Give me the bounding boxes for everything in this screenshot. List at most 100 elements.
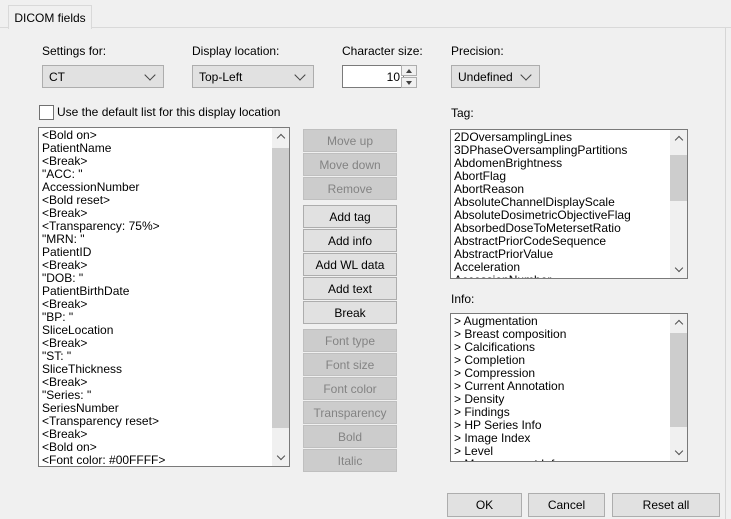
list-item[interactable]: PatientName	[39, 142, 272, 155]
list-item[interactable]: > Image Index	[451, 432, 670, 445]
list-item[interactable]: AbortReason	[451, 183, 670, 196]
default-list-checkbox-label[interactable]: Use the default list for this display lo…	[57, 105, 280, 119]
tag-list-scrollbar[interactable]	[670, 130, 687, 278]
add-info-button[interactable]: Add info	[303, 229, 397, 252]
list-item[interactable]: <Transparency reset>	[39, 415, 272, 428]
spin-down-button[interactable]	[401, 77, 417, 88]
list-item[interactable]: Acceleration	[451, 261, 670, 274]
character-size-value: 10	[387, 70, 400, 84]
scrollbar-thumb[interactable]	[670, 333, 687, 427]
list-item[interactable]: "Series: "	[39, 389, 272, 402]
move-up-button[interactable]: Move up	[303, 129, 397, 152]
list-item[interactable]: AbsoluteDosimetricObjectiveFlag	[451, 209, 670, 222]
remove-button[interactable]: Remove	[303, 177, 397, 200]
list-item[interactable]: AccessionNumber	[451, 274, 670, 278]
right-edge-divider	[725, 28, 726, 519]
scroll-up-button[interactable]	[670, 314, 687, 331]
add-tag-button[interactable]: Add tag	[303, 205, 397, 228]
chevron-down-icon	[276, 452, 284, 460]
list-item[interactable]: > Breast composition	[451, 328, 670, 341]
list-item[interactable]: PatientBirthDate	[39, 285, 272, 298]
scroll-up-button[interactable]	[670, 130, 687, 147]
scroll-down-button[interactable]	[670, 444, 687, 461]
scrollbar-thumb[interactable]	[272, 148, 289, 428]
list-item[interactable]: AbdomenBrightness	[451, 157, 670, 170]
list-item[interactable]: "DOB: "	[39, 272, 272, 285]
list-item[interactable]: <Break>	[39, 207, 272, 220]
list-item[interactable]: <Bold on>	[39, 129, 272, 142]
cancel-button[interactable]: Cancel	[528, 493, 605, 517]
add-text-button[interactable]: Add text	[303, 277, 397, 300]
tab-dicom-fields[interactable]: DICOM fields	[8, 5, 92, 29]
scroll-up-button[interactable]	[272, 128, 289, 145]
field-list-scrollbar[interactable]	[272, 128, 289, 466]
character-size-input[interactable]: 10	[342, 65, 404, 88]
list-item[interactable]: PatientID	[39, 246, 272, 259]
list-item[interactable]: <Break>	[39, 337, 272, 350]
list-item[interactable]: AccessionNumber	[39, 181, 272, 194]
list-item[interactable]: "ST: "	[39, 350, 272, 363]
bold-button[interactable]: Bold	[303, 425, 397, 448]
spin-up-button[interactable]	[401, 65, 417, 76]
list-item[interactable]: > Current Annotation	[451, 380, 670, 393]
settings-for-dropdown[interactable]: CT	[42, 65, 164, 88]
list-item[interactable]: <Transparency: 75%>	[39, 220, 272, 233]
list-item[interactable]: SeriesNumber	[39, 402, 272, 415]
dicom-fields-dialog: DICOM fields Settings for: CT Display lo…	[0, 0, 731, 519]
list-item[interactable]: 3DPhaseOversamplingPartitions	[451, 144, 670, 157]
chevron-down-icon	[674, 447, 682, 455]
list-item[interactable]: AbsorbedDoseToMetersetRatio	[451, 222, 670, 235]
add-wl-data-button[interactable]: Add WL data	[303, 253, 397, 276]
font-type-button[interactable]: Font type	[303, 329, 397, 352]
font-color-button[interactable]: Font color	[303, 377, 397, 400]
tag-listbox[interactable]: 2DOversamplingLines3DPhaseOversamplingPa…	[450, 129, 688, 279]
list-item[interactable]: > Compression	[451, 367, 670, 380]
precision-dropdown[interactable]: Undefined	[451, 65, 540, 88]
list-item[interactable]: > Augmentation	[451, 315, 670, 328]
info-listbox[interactable]: > Augmentation> Breast composition> Calc…	[450, 313, 688, 462]
list-item[interactable]: <Bold reset>	[39, 194, 272, 207]
list-item[interactable]: AbortFlag	[451, 170, 670, 183]
break-button[interactable]: Break	[303, 301, 397, 324]
list-item[interactable]: > Findings	[451, 406, 670, 419]
display-location-dropdown[interactable]: Top-Left	[192, 65, 314, 88]
dicom-field-listbox[interactable]: <Bold on>PatientName<Break>"ACC: "Access…	[38, 127, 290, 467]
default-list-checkbox[interactable]	[39, 105, 54, 120]
move-down-button[interactable]: Move down	[303, 153, 397, 176]
list-item[interactable]: > Level	[451, 445, 670, 458]
reset-all-button[interactable]: Reset all	[612, 493, 720, 517]
settings-for-value: CT	[43, 70, 146, 84]
list-item[interactable]: <Break>	[39, 428, 272, 441]
info-list-scrollbar[interactable]	[670, 314, 687, 461]
list-item[interactable]: AbstractPriorValue	[451, 248, 670, 261]
ok-button[interactable]: OK	[447, 493, 522, 517]
list-item[interactable]: "ACC: "	[39, 168, 272, 181]
chevron-down-icon	[520, 69, 531, 80]
scroll-down-button[interactable]	[670, 261, 687, 278]
list-item[interactable]: AbsoluteChannelDisplayScale	[451, 196, 670, 209]
transparency-button[interactable]: Transparency	[303, 401, 397, 424]
list-item[interactable]: > Calcifications	[451, 341, 670, 354]
list-item[interactable]: 2DOversamplingLines	[451, 131, 670, 144]
list-item[interactable]: <Break>	[39, 376, 272, 389]
italic-button[interactable]: Italic	[303, 449, 397, 472]
list-item[interactable]: SliceLocation	[39, 324, 272, 337]
list-item[interactable]: AbstractPriorCodeSequence	[451, 235, 670, 248]
list-item[interactable]: SliceThickness	[39, 363, 272, 376]
scroll-down-button[interactable]	[272, 449, 289, 466]
list-item[interactable]: "BP: "	[39, 311, 272, 324]
info-label: Info:	[451, 292, 474, 306]
list-item[interactable]: > Density	[451, 393, 670, 406]
list-item[interactable]: "MRN: "	[39, 233, 272, 246]
list-item[interactable]: <Break>	[39, 298, 272, 311]
list-item[interactable]: <Break>	[39, 155, 272, 168]
list-item[interactable]: <Break>	[39, 259, 272, 272]
font-size-button[interactable]: Font size	[303, 353, 397, 376]
list-item[interactable]: > Measurement Info	[451, 458, 670, 461]
list-item[interactable]: > Completion	[451, 354, 670, 367]
character-size-stepper	[401, 65, 417, 88]
list-item[interactable]: <Font color: #00FFFF>	[39, 454, 272, 466]
scrollbar-thumb[interactable]	[670, 155, 687, 201]
list-item[interactable]: > HP Series Info	[451, 419, 670, 432]
list-item[interactable]: <Bold on>	[39, 441, 272, 454]
